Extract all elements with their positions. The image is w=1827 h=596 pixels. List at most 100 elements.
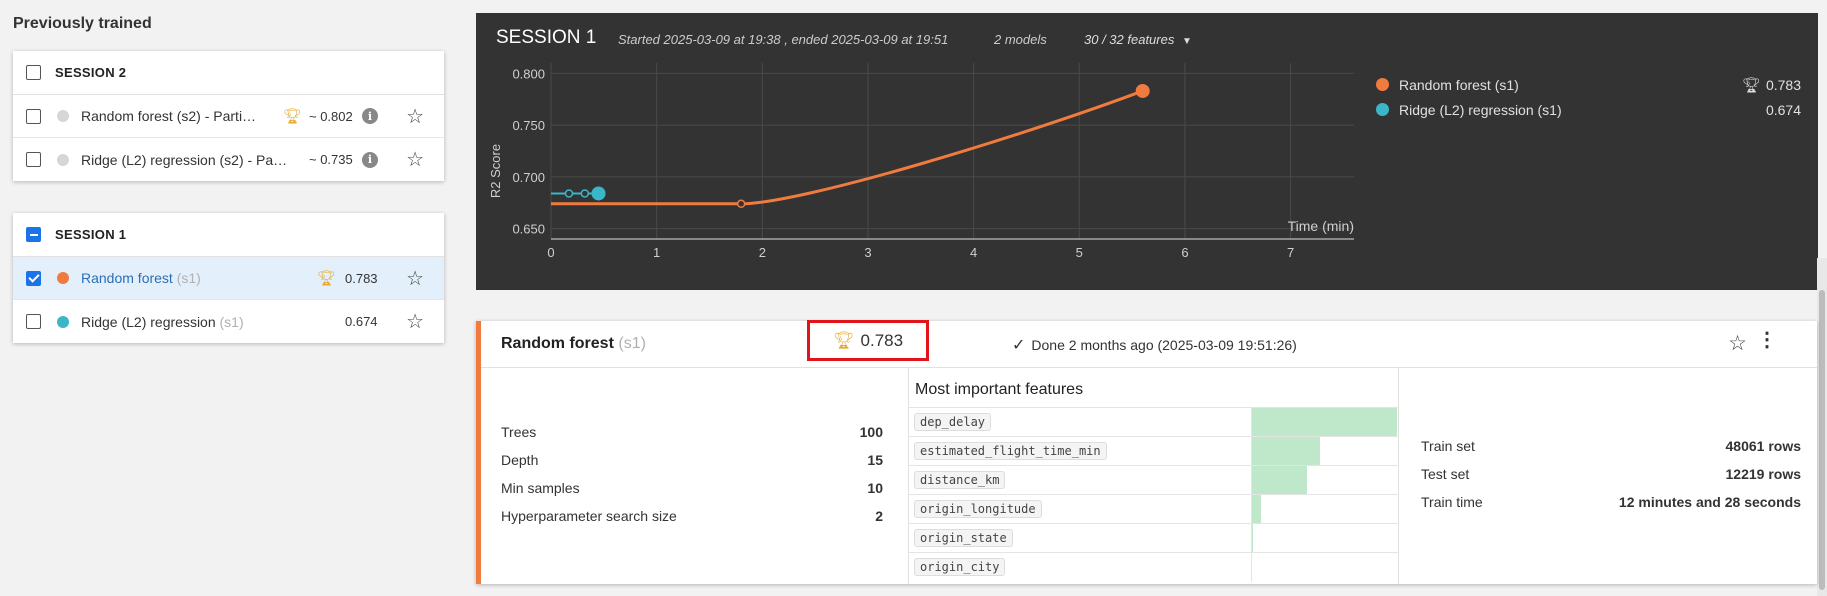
model-name[interactable]: Random forest (s1) bbox=[81, 270, 301, 286]
star-icon[interactable]: ☆ bbox=[406, 104, 424, 129]
model-checkbox[interactable] bbox=[26, 314, 41, 329]
detail-model-title: Random forest (s1) bbox=[501, 335, 646, 352]
model-color-dot bbox=[57, 110, 69, 122]
star-icon[interactable]: ☆ bbox=[406, 309, 424, 334]
data-point-ridge bbox=[580, 189, 590, 198]
features-title: Most important features bbox=[915, 381, 1084, 398]
detail-header: Random forest (s1) 🏆︎ 0.783 ✓ Done 2 mont… bbox=[481, 320, 1817, 368]
session-1-header[interactable]: SESSION 1 bbox=[13, 213, 444, 257]
legend-color-dot bbox=[1376, 103, 1389, 116]
feature-row: distance_km bbox=[909, 465, 1399, 495]
feature-row: origin_longitude bbox=[909, 494, 1399, 524]
x-tick-label: 1 bbox=[653, 245, 660, 260]
feature-name: origin_state bbox=[914, 529, 1013, 547]
model-name: Random forest (s2) - Parti… bbox=[81, 108, 257, 124]
model-score: 0.674 bbox=[345, 314, 378, 329]
session-2-checkbox[interactable] bbox=[26, 65, 41, 80]
model-row-ridge-s2[interactable]: Ridge (L2) regression (s2) - Pa… ~ 0.735… bbox=[13, 138, 444, 181]
previously-trained-title: Previously trained bbox=[13, 15, 152, 32]
legend-color-dot bbox=[1376, 78, 1389, 91]
detail-score: 0.783 bbox=[860, 330, 904, 350]
check-icon: ✓ bbox=[1012, 337, 1026, 354]
model-checkbox[interactable] bbox=[26, 270, 41, 286]
model-row-rf-s1[interactable]: Random forest (s1) 🏆︎ 0.783 ☆ bbox=[13, 257, 444, 300]
trophy-icon: 🏆︎ bbox=[317, 270, 337, 287]
legend-label: Random forest (s1) bbox=[1399, 76, 1519, 93]
param-row: Min samples 10 bbox=[501, 480, 883, 496]
model-row-ridge-s1[interactable]: Ridge (L2) regression (s1) 0.674 ☆ bbox=[13, 300, 444, 343]
x-tick-label: 6 bbox=[1181, 245, 1188, 260]
important-features: Most important features dep_delayestimat… bbox=[908, 368, 1399, 584]
x-tick-label: 5 bbox=[1076, 245, 1083, 260]
model-color-dot bbox=[57, 272, 69, 284]
legend-score: 0.674 bbox=[1765, 101, 1801, 118]
feature-divider bbox=[1251, 553, 1252, 582]
x-tick-label: 7 bbox=[1287, 245, 1294, 260]
feature-row: dep_delay bbox=[909, 407, 1399, 437]
legend-label: Ridge (L2) regression (s1) bbox=[1399, 101, 1562, 118]
r2-score-chart: 0 1 2 3 4 5 6 7 0.650 0.700 0.750 0.800 Time (min) R2… bbox=[488, 63, 1354, 260]
info-icon[interactable]: i bbox=[362, 151, 378, 168]
model-color-dot bbox=[57, 315, 69, 328]
model-score: ~ 0.735 bbox=[309, 152, 353, 167]
session-2-header[interactable]: SESSION 2 bbox=[13, 51, 444, 95]
y-tick-label: 0.700 bbox=[512, 170, 545, 185]
model-detail-panel: Random forest (s1) 🏆︎ 0.783 ✓ Done 2 mont… bbox=[476, 320, 1817, 584]
model-checkbox[interactable] bbox=[26, 108, 41, 124]
scrollbar-thumb[interactable] bbox=[1819, 290, 1825, 590]
y-tick-label: 0.750 bbox=[512, 118, 545, 133]
dataset-split: Train set 48061 rows Test set 12219 rows T… bbox=[1421, 438, 1801, 522]
x-axis-label: Time (min) bbox=[1288, 218, 1354, 234]
feature-name: estimated_flight_time_min bbox=[914, 442, 1107, 460]
feature-importance-bar bbox=[1252, 437, 1321, 466]
feature-importance-bar bbox=[1252, 524, 1254, 553]
data-point-ridge bbox=[564, 189, 574, 198]
param-row: Hyperparameter search size 2 bbox=[501, 508, 883, 524]
param-row: Depth 15 bbox=[501, 452, 883, 468]
y-axis-label: R2 Score bbox=[488, 144, 503, 198]
series-line-random-forest bbox=[551, 89, 1144, 206]
x-tick-label: 0 bbox=[547, 245, 554, 260]
feature-row: origin_state bbox=[909, 523, 1399, 553]
trophy-icon: 🏆︎ bbox=[832, 330, 855, 350]
hyperparameters: Trees 100 Depth 15 Min samples 10 Hyperpara… bbox=[501, 424, 883, 536]
more-options-icon[interactable]: ⋮ bbox=[1757, 330, 1777, 350]
model-score: ~ 0.802 bbox=[309, 108, 353, 124]
star-icon[interactable]: ☆ bbox=[406, 147, 424, 172]
training-status: ✓ Done 2 months ago (2025-03-09 19:51:26) bbox=[1012, 337, 1297, 354]
chart-legend: Random forest (s1) 🏆︎ 0.783 Ridge (L2) r… bbox=[1376, 72, 1801, 122]
model-score: 0.783 bbox=[345, 270, 378, 286]
star-icon[interactable]: ☆ bbox=[1728, 331, 1747, 356]
star-icon[interactable]: ☆ bbox=[406, 266, 424, 291]
data-point-random-forest bbox=[736, 199, 746, 209]
x-tick-label: 2 bbox=[759, 245, 766, 260]
y-tick-label: 0.800 bbox=[512, 66, 545, 81]
trophy-icon: 🏆︎ bbox=[283, 108, 303, 125]
legend-item-ridge[interactable]: Ridge (L2) regression (s1) 0.674 bbox=[1376, 97, 1801, 122]
feature-name: distance_km bbox=[914, 471, 1006, 489]
model-name: Ridge (L2) regression (s2) - Pa… bbox=[81, 151, 288, 168]
model-name: Ridge (L2) regression (s1) bbox=[81, 313, 244, 330]
session-2-label: SESSION 2 bbox=[55, 65, 127, 80]
info-icon[interactable]: i bbox=[362, 108, 378, 124]
legend-score: 0.783 bbox=[1765, 76, 1801, 93]
feature-row: origin_city bbox=[909, 552, 1399, 582]
feature-importance-bar bbox=[1252, 495, 1261, 524]
feature-row: estimated_flight_time_min bbox=[909, 436, 1399, 466]
legend-item-rf[interactable]: Random forest (s1) 🏆︎ 0.783 bbox=[1376, 72, 1801, 97]
session-1-card: SESSION 1 Random forest (s1) 🏆︎ 0.783 ☆ … bbox=[13, 213, 444, 343]
x-tick-label: 4 bbox=[970, 245, 977, 260]
feature-name: dep_delay bbox=[914, 413, 992, 431]
detail-score-highlight: 🏆︎ 0.783 bbox=[807, 320, 929, 361]
model-color-dot bbox=[57, 153, 69, 166]
data-point-ridge-best bbox=[591, 186, 606, 201]
model-checkbox[interactable] bbox=[26, 152, 41, 167]
feature-importance-bar bbox=[1252, 408, 1397, 437]
session-chart-panel: SESSION 1 Started 2025-03-09 at 19:38 , … bbox=[476, 13, 1818, 290]
page-scrollbar[interactable] bbox=[1817, 258, 1827, 596]
feature-name: origin_longitude bbox=[914, 500, 1042, 518]
feature-name: origin_city bbox=[914, 558, 1006, 576]
session-1-label: SESSION 1 bbox=[55, 227, 127, 242]
model-row-rf-s2[interactable]: Random forest (s2) - Parti… 🏆︎ ~ 0.802 i… bbox=[13, 95, 444, 138]
session-1-checkbox[interactable] bbox=[26, 227, 41, 242]
